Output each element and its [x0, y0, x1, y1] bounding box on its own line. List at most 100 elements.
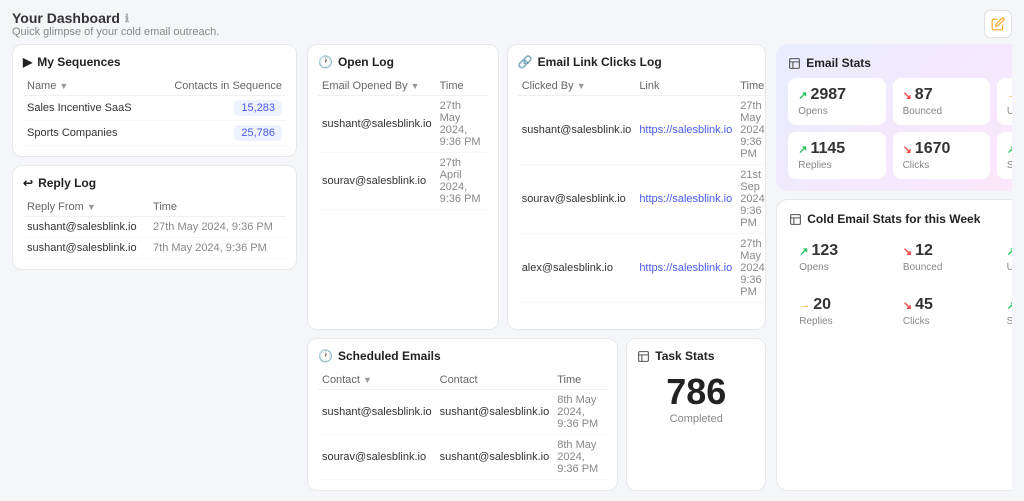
sequences-col-contacts: Contacts in Sequence [153, 77, 286, 96]
table-row: sushant@salesblink.io https://salesblink… [518, 96, 767, 165]
reply-from: sushant@salesblink.io [23, 217, 149, 238]
sched-contact1: sourav@salesblink.io [318, 435, 436, 480]
edit-button[interactable] [984, 10, 1012, 38]
clicked-by: sourav@salesblink.io [518, 165, 636, 234]
stat-label: Replies [798, 160, 875, 171]
table-row: alex@salesblink.io https://salesblink.io… [518, 234, 767, 303]
email-stats-icon [788, 57, 801, 70]
task-completed-value: 786 [637, 371, 755, 413]
task-stats-title: Task Stats [637, 349, 714, 363]
sequence-name: Sports Companies [23, 121, 153, 146]
open-time: 27th April 2024, 9:36 PM [436, 153, 488, 210]
email-stats-grid: ↗ 2987 Opens ↘ 87 Bounced → 67 Unsubscri… [788, 78, 1012, 179]
stat-value: ↗ 11876 [1007, 140, 1012, 158]
email-stats-card: Email Stats ↗ 2987 Opens ↘ 87 Bounced → … [776, 44, 1012, 191]
stat-value: ↗ 23 [1007, 242, 1012, 260]
table-row: sourav@salesblink.io https://salesblink.… [518, 165, 767, 234]
email-stat-item: ↘ 1670 Clicks [893, 132, 990, 179]
cold-stat-item: ↗ 197 Sent [997, 288, 1012, 335]
table-row: sushant@salesblink.io 7th May 2024, 9:36… [23, 238, 286, 259]
link-clicks-title: 🔗 Email Link Clicks Log [518, 55, 756, 69]
task-stats-icon [637, 350, 650, 363]
sequence-name: Sales Incentive SaaS [23, 96, 153, 121]
click-link: https://salesblink.io [635, 165, 736, 234]
table-row: Sales Incentive SaaS 15,283 [23, 96, 286, 121]
stat-value: ↗ 1145 [798, 140, 875, 158]
sched-time: 8th May 2024, 9:36 PM [553, 390, 607, 435]
email-stat-item: ↘ 87 Bounced [893, 78, 990, 125]
cold-stat-item: ↗ 123 Opens [789, 234, 886, 281]
cold-stat-item: ↘ 12 Bounced [893, 234, 990, 281]
open-log-icon: 🕐 [318, 55, 333, 69]
sequence-contacts: 25,786 [153, 121, 286, 146]
stat-label: Clicks [903, 160, 980, 171]
task-stats-card: Task Stats 786 Completed [626, 338, 766, 491]
open-log-card: 🕐 Open Log Email Opened By ▼ Time sushan… [307, 44, 499, 330]
sched-col-time: Time [553, 371, 607, 390]
open-log-table: Email Opened By ▼ Time sushant@salesblin… [318, 77, 488, 210]
stat-value: ↘ 1670 [903, 140, 980, 158]
table-row: sourav@salesblink.io sushant@salesblink.… [318, 435, 607, 480]
task-completed-label: Completed [637, 413, 755, 425]
sched-time: 8th May 2024, 9:36 PM [553, 435, 607, 480]
open-email: sushant@salesblink.io [318, 96, 436, 153]
email-stat-item: ↗ 1145 Replies [788, 132, 885, 179]
link-clicks-card: 🔗 Email Link Clicks Log Clicked By ▼ Lin… [507, 44, 767, 330]
page-header-left: Your Dashboard ℹ Quick glimpse of your c… [12, 10, 219, 38]
open-time: 27th May 2024, 9:36 PM [436, 96, 488, 153]
reply-from: sushant@salesblink.io [23, 238, 149, 259]
sched-contact2: sushant@salesblink.io [436, 390, 554, 435]
link-clicks-table: Clicked By ▼ Link Time sushant@salesblin… [518, 77, 767, 303]
stat-label: Sent [1007, 316, 1012, 327]
info-icon[interactable]: ℹ [125, 12, 129, 25]
sequences-col-name: Name ▼ [23, 77, 153, 96]
clicked-by: alex@salesblink.io [518, 234, 636, 303]
email-stat-item: ↗ 11876 Sent [997, 132, 1012, 179]
stat-label: Bounced [903, 106, 980, 117]
stat-value: ↘ 12 [903, 242, 980, 260]
open-email: sourav@salesblink.io [318, 153, 436, 210]
open-log-title: 🕐 Open Log [318, 55, 488, 69]
stat-label: Sent [1007, 160, 1012, 171]
table-row: sourav@salesblink.io 27th April 2024, 9:… [318, 153, 488, 210]
stat-label: Bounced [903, 262, 980, 273]
scheduled-icon: 🕐 [318, 349, 333, 363]
top-row: 🕐 Open Log Email Opened By ▼ Time sushan… [307, 44, 766, 330]
cold-stat-item: ↗ 23 Unsubscribes [997, 234, 1012, 281]
stat-value: ↗ 197 [1007, 296, 1012, 314]
page-subtitle: Quick glimpse of your cold email outreac… [12, 26, 219, 38]
scheduled-title: 🕐 Scheduled Emails [318, 349, 607, 363]
sequences-icon: ▶ [23, 55, 32, 69]
cold-stat-item: ↘ 45 Clicks [893, 288, 990, 335]
middle-column: 🕐 Open Log Email Opened By ▼ Time sushan… [307, 44, 766, 491]
stat-label: Clicks [903, 316, 980, 327]
cold-stats-title: Cold Email Stats for this Week [789, 212, 1012, 226]
main-content: ▶ My Sequences Name ▼ Contacts in Sequen… [12, 44, 1012, 491]
cold-stat-item: → 20 Replies [789, 288, 886, 335]
sched-col-contact1: Contact ▼ [318, 371, 436, 390]
stat-label: Unsubscribes [1007, 106, 1012, 117]
right-column: Email Stats ↗ 2987 Opens ↘ 87 Bounced → … [776, 44, 1012, 491]
click-time: 27th May 2024, 9:36 PM [736, 96, 766, 165]
clicks-col-by: Clicked By ▼ [518, 77, 636, 96]
click-link: https://salesblink.io [635, 234, 736, 303]
email-stats-title: Email Stats [788, 56, 1012, 70]
open-col-email: Email Opened By ▼ [318, 77, 436, 96]
sched-col-contact2: Contact [436, 371, 554, 390]
reply-icon: ↩ [23, 176, 33, 190]
sequences-table: Name ▼ Contacts in Sequence Sales Incent… [23, 77, 286, 146]
clicks-col-time: Time [736, 77, 766, 96]
table-row: sushant@salesblink.io 27th May 2024, 9:3… [23, 217, 286, 238]
stat-label: Replies [799, 316, 876, 327]
table-row: sushant@salesblink.io sushant@salesblink… [318, 390, 607, 435]
reply-time: 27th May 2024, 9:36 PM [149, 217, 286, 238]
email-stat-item: → 67 Unsubscribes [997, 78, 1012, 125]
clicks-col-link: Link [635, 77, 736, 96]
stat-value: ↗ 123 [799, 242, 876, 260]
stat-label: Opens [799, 262, 876, 273]
reply-col-time: Time [149, 198, 286, 217]
table-row: sushant@salesblink.io 27th May 2024, 9:3… [318, 96, 488, 153]
click-time: 27th May 2024, 9:36 PM [736, 234, 766, 303]
stat-label: Opens [798, 106, 875, 117]
click-time: 21st Sep 2024, 9:36 PM [736, 165, 766, 234]
